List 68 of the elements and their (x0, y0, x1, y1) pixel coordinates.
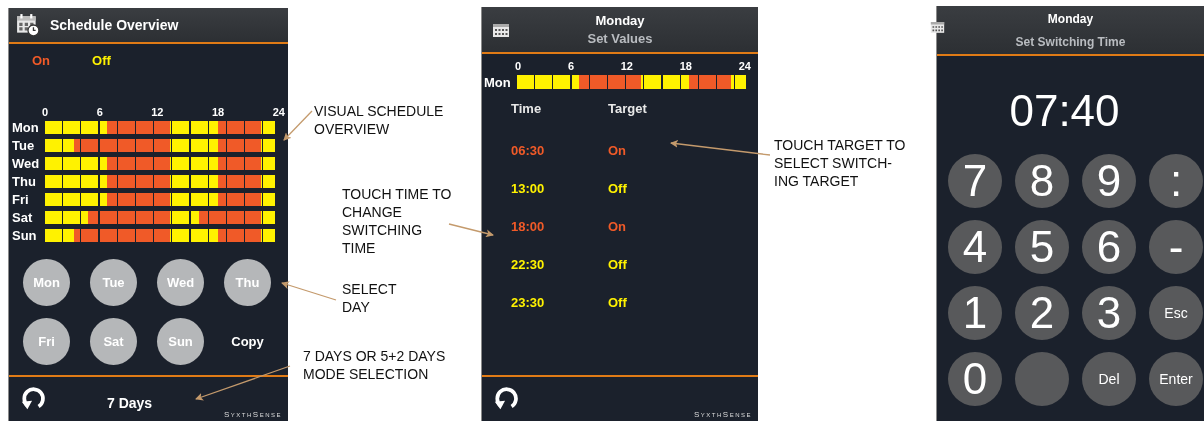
hour-label: 6 (96, 106, 103, 118)
keypad-key[interactable]: - (1149, 220, 1203, 274)
hour-label: 24 (272, 106, 285, 118)
day-label: Fri (11, 192, 30, 207)
target-value[interactable]: On (608, 219, 627, 234)
day-label: Mon (11, 120, 40, 135)
day-title: Monday (595, 13, 645, 28)
annotation-text: VISUAL SCHEDULE OVERVIEW (314, 102, 444, 138)
leader-arrow (281, 281, 337, 301)
keypad-key[interactable]: 8 (1015, 154, 1069, 208)
hour-label: 0 (515, 60, 522, 72)
keypad-key[interactable]: 2 (1015, 286, 1069, 340)
day-label: Tue (11, 138, 36, 153)
day-label: Thu (11, 174, 37, 189)
target-value[interactable]: Off (608, 181, 627, 196)
column-header: Time (511, 101, 543, 116)
legend-label: Off (92, 53, 111, 70)
hour-label: 24 (738, 60, 751, 72)
leader-arrow (448, 223, 494, 238)
legend-label: On (32, 53, 51, 70)
hour-label: 18 (679, 60, 692, 72)
calendar-icon (492, 21, 510, 38)
time-value[interactable]: 13:00 (511, 181, 545, 196)
keypad-key[interactable]: 3 (1082, 286, 1136, 340)
time-value[interactable]: 18:00 (511, 219, 545, 234)
time-value[interactable]: 06:30 (511, 143, 545, 158)
brand-logo: SyxthSense (694, 410, 752, 419)
day-label: Sat (11, 210, 34, 225)
mode-selector[interactable]: 7 Days (107, 395, 153, 411)
time-value[interactable]: 22:30 (511, 257, 545, 272)
hour-label: 18 (212, 106, 225, 118)
hour-label: 6 (567, 60, 574, 72)
keypad-key[interactable]: 0 (948, 352, 1002, 406)
annotation-text: 7 DAYS OR 5+2 DAYS MODE SELECTION (303, 347, 446, 383)
hour-label: 0 (42, 106, 49, 118)
keypad-key[interactable]: 7 (948, 154, 1002, 208)
time-display: 07:40 (1009, 86, 1120, 136)
hour-label: 12 (151, 106, 164, 118)
keypad-key[interactable]: Del (1082, 352, 1136, 406)
calendar-clock-icon (16, 13, 40, 37)
target-value[interactable]: On (608, 143, 627, 158)
keypad-key[interactable]: 4 (948, 220, 1002, 274)
keypad-key[interactable]: 6 (1082, 220, 1136, 274)
day-label: Wed (11, 156, 41, 171)
calendar-icon (930, 20, 945, 34)
day-label: Mon (483, 74, 512, 90)
keypad-key[interactable]: 9 (1082, 154, 1136, 208)
target-value[interactable]: Off (608, 257, 627, 272)
time-value[interactable]: 23:30 (511, 295, 545, 310)
screen-title: Schedule Overview (50, 17, 179, 33)
day-title: Monday (1047, 11, 1094, 26)
hour-label: 12 (620, 60, 633, 72)
brand-logo: SyxthSense (224, 410, 282, 419)
copy-button[interactable]: Copy (231, 334, 264, 349)
annotation-text: TOUCH TARGET TO SELECT SWITCH- ING TARGET (774, 136, 906, 190)
keypad-key[interactable]: 5 (1015, 220, 1069, 274)
target-value[interactable]: Off (608, 295, 627, 310)
screen-title: Set Switching Time (1015, 34, 1126, 49)
keypad-key[interactable]: 1 (948, 286, 1002, 340)
keypad-key[interactable]: Esc (1149, 286, 1203, 340)
leader-arrow (283, 110, 313, 141)
column-header: Target (608, 101, 648, 116)
keypad-key[interactable]: Enter (1149, 352, 1203, 406)
day-label: Sun (11, 228, 38, 243)
annotation-text: SELECT DAY (342, 280, 397, 316)
screen-title: Set Values (587, 31, 653, 46)
annotation-text: TOUCH TIME TO CHANGE SWITCHING TIME (342, 185, 452, 257)
keypad-key[interactable]: : (1149, 154, 1203, 208)
